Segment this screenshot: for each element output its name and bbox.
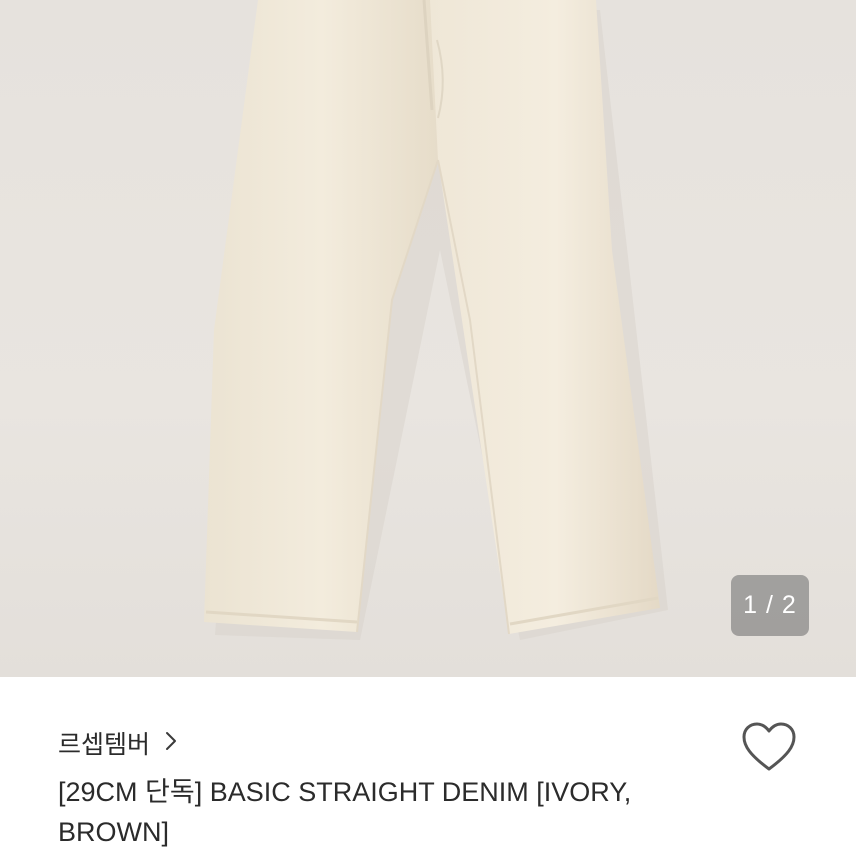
product-info: 르셉템버 [29CM 단독] BASIC STRAIGHT DENIM [IVO… bbox=[0, 677, 856, 856]
heart-outline-icon bbox=[742, 722, 796, 771]
chevron-right-icon bbox=[164, 728, 178, 759]
image-page-counter: 1 / 2 bbox=[731, 575, 809, 636]
product-image bbox=[204, 0, 668, 640]
brand-link[interactable]: 르셉템버 bbox=[58, 725, 178, 761]
like-button[interactable] bbox=[740, 720, 798, 774]
brand-name: 르셉템버 bbox=[58, 731, 151, 759]
product-title: [29CM 단독] BASIC STRAIGHT DENIM [IVORY, B… bbox=[58, 777, 632, 847]
product-image-gallery[interactable]: 1 / 2 bbox=[0, 0, 856, 677]
